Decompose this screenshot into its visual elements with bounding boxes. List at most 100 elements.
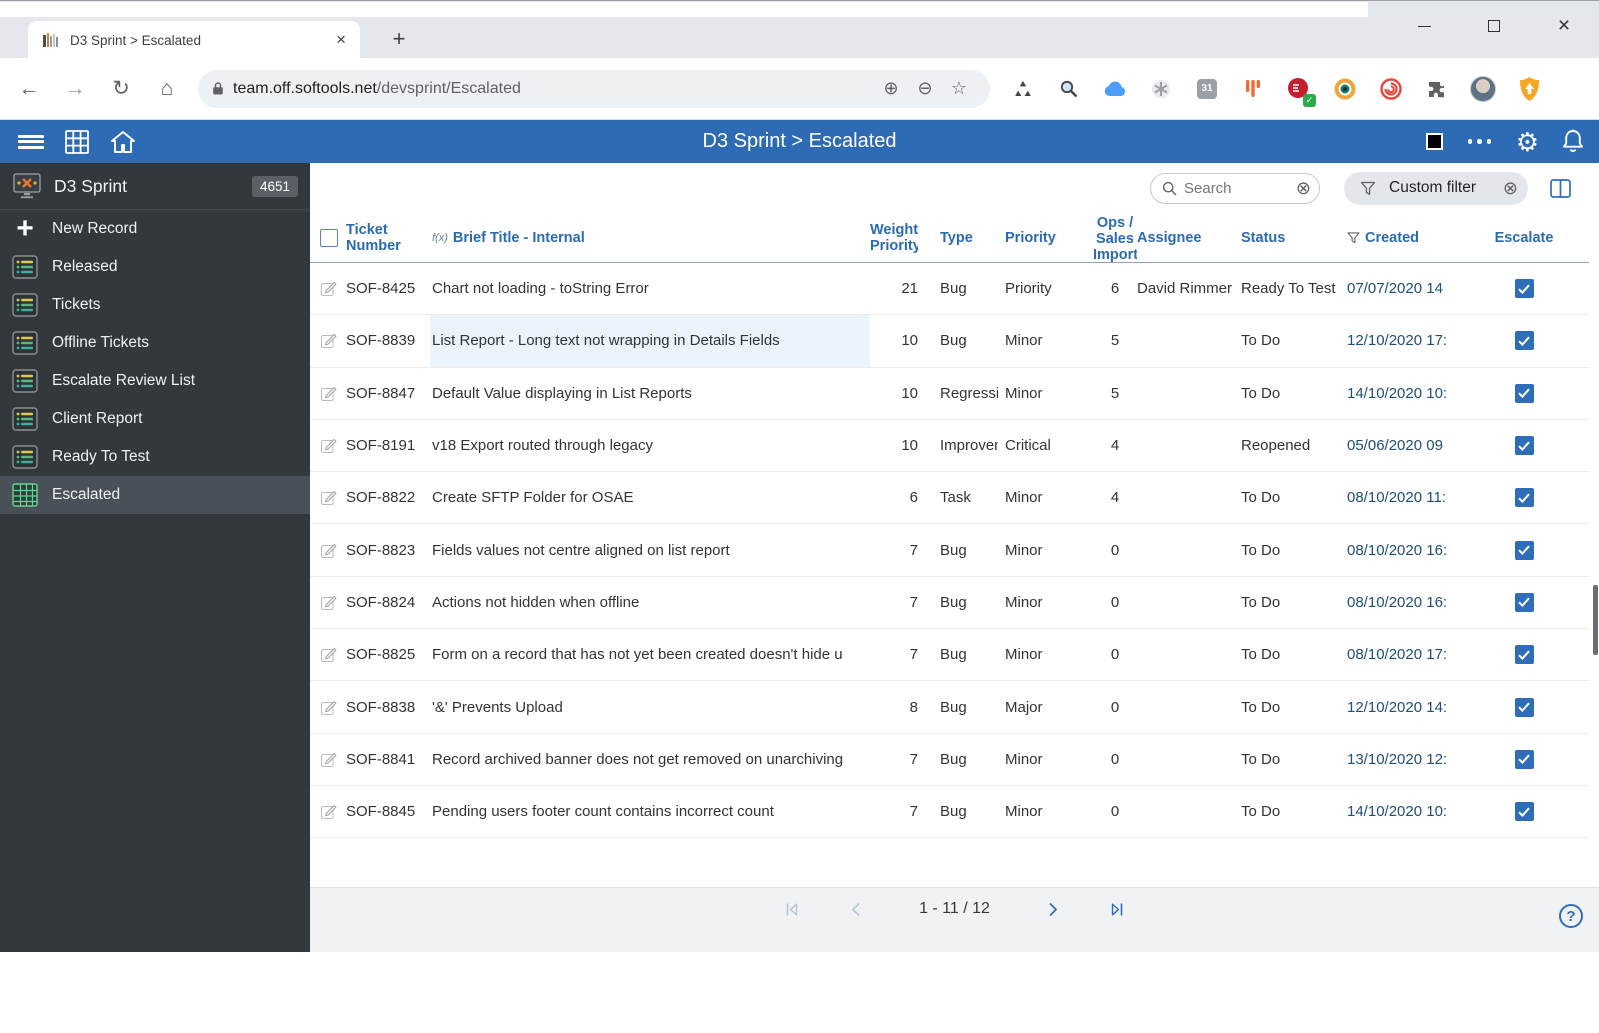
escalate-checkbox[interactable] xyxy=(1515,593,1534,612)
column-ops-sales-importance[interactable]: Ops /SalesImportance xyxy=(1093,214,1137,262)
escalate-checkbox[interactable] xyxy=(1515,541,1534,560)
table-row[interactable]: SOF-8824 Actions not hidden when offline… xyxy=(310,577,1589,629)
escalate-checkbox[interactable] xyxy=(1515,645,1534,664)
bookmark-star-icon[interactable]: ☆ xyxy=(942,78,976,99)
previous-page-icon[interactable] xyxy=(848,901,865,918)
edit-record-icon[interactable] xyxy=(320,803,346,820)
window-maximize-button[interactable] xyxy=(1459,1,1529,51)
forward-icon[interactable]: → xyxy=(58,72,92,106)
column-created[interactable]: Created xyxy=(1347,230,1459,246)
table-row[interactable]: SOF-8847 Default Value displaying in Lis… xyxy=(310,368,1589,420)
sidebar-item-escalate-review-list[interactable]: Escalate Review List xyxy=(0,362,310,400)
table-row[interactable]: SOF-8822 Create SFTP Folder for OSAE 6 T… xyxy=(310,472,1589,524)
column-ticket-number[interactable]: TicketNumber xyxy=(346,222,430,254)
last-page-icon[interactable] xyxy=(1109,901,1126,918)
edit-record-icon[interactable] xyxy=(320,489,346,506)
home-icon[interactable]: ⌂ xyxy=(150,72,184,106)
magnifier-extension-icon[interactable] xyxy=(1054,74,1084,104)
zoom-in-icon[interactable]: ⊕ xyxy=(874,78,908,99)
asterisk-icon[interactable] xyxy=(1146,74,1176,104)
vertical-scrollbar[interactable] xyxy=(1593,585,1598,655)
column-weighted-priority[interactable]: WeightedPriority xyxy=(870,222,918,254)
column-assignee[interactable]: Assignee xyxy=(1137,230,1241,246)
sidebar-item-released[interactable]: Released xyxy=(0,248,310,286)
edit-record-icon[interactable] xyxy=(320,699,346,716)
column-type[interactable]: Type xyxy=(940,230,998,246)
red-spiral-icon[interactable] xyxy=(1376,74,1406,104)
edit-record-icon[interactable] xyxy=(320,646,346,663)
square-icon[interactable] xyxy=(1426,133,1443,150)
escalate-checkbox[interactable] xyxy=(1515,331,1534,350)
upgrade-shield-icon[interactable] xyxy=(1514,74,1544,104)
footer-bar: 1 - 11 / 12 ? xyxy=(310,887,1599,952)
split-columns-icon[interactable] xyxy=(1550,179,1571,198)
table-row[interactable]: SOF-8838 '&' Prevents Upload 8 Bug Major… xyxy=(310,681,1589,733)
calendar-31-icon[interactable]: 31 xyxy=(1192,74,1222,104)
tab-close-icon[interactable]: × xyxy=(332,30,350,50)
search-box[interactable]: ⊗ xyxy=(1150,173,1320,204)
list-report-icon xyxy=(12,255,38,279)
filter-clear-icon[interactable]: ⊗ xyxy=(1503,178,1518,199)
column-escalate[interactable]: Escalate xyxy=(1459,230,1589,246)
puzzle-icon[interactable] xyxy=(1422,74,1452,104)
sidebar-app-header[interactable]: D3 Sprint 4651 xyxy=(0,163,310,210)
window-close-button[interactable]: × xyxy=(1529,1,1599,51)
browser-tab[interactable]: D3 Sprint > Escalated × xyxy=(28,21,360,59)
concentric-eye-icon[interactable] xyxy=(1330,74,1360,104)
red-shield-check-icon[interactable]: ✓ xyxy=(1284,74,1314,104)
edit-record-icon[interactable] xyxy=(320,751,346,768)
escalate-checkbox[interactable] xyxy=(1515,488,1534,507)
gear-icon[interactable]: ⚙ xyxy=(1516,129,1539,155)
sidebar-item-client-report[interactable]: Client Report xyxy=(0,400,310,438)
sidebar-item-ready-to-test[interactable]: Ready To Test xyxy=(0,438,310,476)
recycle-icon[interactable] xyxy=(1008,74,1038,104)
escalate-checkbox[interactable] xyxy=(1515,279,1534,298)
escalate-checkbox[interactable] xyxy=(1515,750,1534,769)
window-minimize-button[interactable] xyxy=(1389,1,1459,51)
sidebar-item-escalated[interactable]: Escalated xyxy=(0,476,310,514)
edit-record-icon[interactable] xyxy=(320,542,346,559)
search-input[interactable] xyxy=(1184,180,1296,197)
escalate-checkbox[interactable] xyxy=(1515,436,1534,455)
next-page-icon[interactable] xyxy=(1044,901,1061,918)
kanban-bars-icon[interactable] xyxy=(1238,74,1268,104)
table-row[interactable]: SOF-8191 v18 Export routed through legac… xyxy=(310,420,1589,472)
sidebar-item-new-record[interactable]: + New Record xyxy=(0,210,310,248)
first-page-icon[interactable] xyxy=(783,901,800,918)
table-row[interactable]: SOF-8841 Record archived banner does not… xyxy=(310,734,1589,786)
address-bar[interactable]: team.off.softools.net/devsprint/Escalate… xyxy=(198,70,990,108)
table-row[interactable]: SOF-8839 List Report - Long text not wra… xyxy=(310,315,1589,367)
edit-record-icon[interactable] xyxy=(320,594,346,611)
more-options-icon[interactable] xyxy=(1465,139,1494,144)
table-row[interactable]: SOF-8425 Chart not loading - toString Er… xyxy=(310,263,1589,315)
edit-record-icon[interactable] xyxy=(320,332,346,349)
created-value: 14/10/2020 10: xyxy=(1347,803,1459,820)
table-header: TicketNumber f(x)Brief Title - Internal … xyxy=(310,213,1589,263)
edit-record-icon[interactable] xyxy=(320,385,346,402)
back-icon[interactable]: ← xyxy=(12,72,46,106)
column-status[interactable]: Status xyxy=(1241,230,1347,246)
escalate-checkbox[interactable] xyxy=(1515,384,1534,403)
table-row[interactable]: SOF-8825 Form on a record that has not y… xyxy=(310,629,1589,681)
column-priority[interactable]: Priority xyxy=(1005,230,1093,246)
cloud-icon[interactable] xyxy=(1100,74,1130,104)
select-all-checkbox[interactable] xyxy=(320,229,338,247)
profile-avatar[interactable] xyxy=(1468,74,1498,104)
sidebar-item-tickets[interactable]: Tickets xyxy=(0,286,310,324)
custom-filter-chip[interactable]: Custom filter ⊗ xyxy=(1344,172,1528,205)
zoom-out-icon[interactable]: ⊖ xyxy=(908,78,942,99)
ops-importance-value: 6 xyxy=(1093,280,1137,297)
bell-icon[interactable] xyxy=(1561,128,1585,155)
escalate-checkbox[interactable] xyxy=(1515,698,1534,717)
table-row[interactable]: SOF-8845 Pending users footer count cont… xyxy=(310,786,1589,838)
edit-record-icon[interactable] xyxy=(320,437,346,454)
reload-icon[interactable]: ↻ xyxy=(104,72,138,106)
edit-record-icon[interactable] xyxy=(320,280,346,297)
escalate-checkbox[interactable] xyxy=(1515,802,1534,821)
table-row[interactable]: SOF-8823 Fields values not centre aligne… xyxy=(310,524,1589,576)
search-clear-icon[interactable]: ⊗ xyxy=(1296,178,1311,199)
new-tab-button[interactable]: + xyxy=(384,25,414,55)
help-icon[interactable]: ? xyxy=(1559,904,1583,928)
column-brief-title[interactable]: f(x)Brief Title - Internal xyxy=(430,213,870,262)
sidebar-item-offline-tickets[interactable]: Offline Tickets xyxy=(0,324,310,362)
